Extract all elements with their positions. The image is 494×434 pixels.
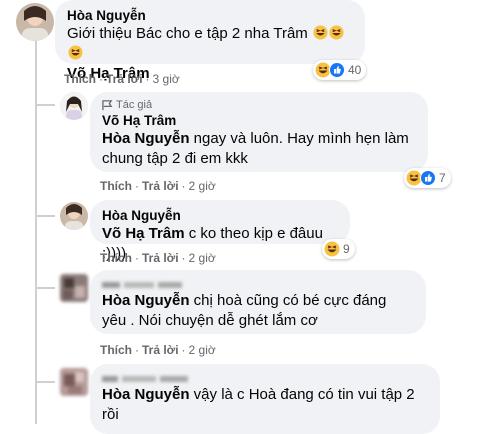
comment-actions: Thích · Trả lời · 2 giờ [100,179,216,193]
avatar[interactable] [60,368,88,396]
mention-tag[interactable]: Hòa Nguyễn [102,130,190,147]
mention-tag[interactable]: Hòa Nguyễn [102,386,190,403]
like-link[interactable]: Thích [100,179,132,193]
comment-author-redacted[interactable] [102,371,428,385]
comment-text: Hòa Nguyễn chị hoà cũng có bé cực đáng y… [102,291,414,331]
author-badge-label: Tác giả [116,99,153,111]
comment-text: Hòa Nguyễn vậy là c Hoà đang có tin vui … [102,385,428,425]
thread-line [35,40,37,424]
avatar[interactable] [60,202,88,230]
reply-link[interactable]: Trả lời [142,343,179,357]
thread-connector [35,104,55,106]
reply-link[interactable]: Trả lời [142,251,179,265]
comment-author[interactable]: Võ Hạ Trâm [102,112,416,129]
comment-author-redacted[interactable] [102,277,414,291]
author-badge: Tác giả [102,98,416,112]
comment-author[interactable]: Hòa Nguyễn [102,207,338,224]
avatar[interactable] [16,3,54,41]
comment-bubble: Tác giả Võ Hạ Trâm Hòa Nguyễn ngay và lu… [90,92,428,172]
comment-actions: Thích · Trả lời · 3 giờ [64,72,180,86]
like-icon [329,62,345,78]
comment-bubble: Hòa Nguyễn chị hoà cũng có bé cực đáng y… [90,270,426,334]
avatar[interactable] [60,274,88,302]
timestamp[interactable]: 3 giờ [153,72,180,86]
timestamp[interactable]: 2 giờ [189,179,216,193]
reaction-summary[interactable]: 9 [322,239,355,259]
author-badge-icon [102,99,113,110]
timestamp[interactable]: 2 giờ [189,251,216,265]
reaction-count: 7 [439,171,446,185]
reaction-count: 40 [348,63,362,77]
comment-text: Giới thiệu Bác cho e tập 2 nha Trâm [67,24,353,64]
mention-tag[interactable]: Hòa Nguyễn [102,292,190,309]
haha-icon [324,241,340,257]
like-link[interactable]: Thích [64,72,96,86]
comment-bubble: Hòa Nguyễn Giới thiệu Bác cho e tập 2 nh… [55,0,365,82]
thread-connector [35,215,55,217]
thread-connector [35,287,55,289]
reply-link[interactable]: Trả lời [142,179,179,193]
reaction-count: 9 [343,242,350,256]
reply-link[interactable]: Trả lời [106,72,143,86]
like-link[interactable]: Thích [100,251,132,265]
comment-text: Hòa Nguyễn ngay và luôn. Hay mình hẹn là… [102,129,416,169]
reaction-summary[interactable]: 7 [404,168,451,188]
thread-connector [35,381,55,383]
timestamp[interactable]: 2 giờ [189,343,216,357]
mention-tag[interactable]: Võ Hạ Trâm [102,225,185,242]
avatar[interactable] [60,92,88,120]
comment-bubble: Hòa Nguyễn Võ Hạ Trâm c ko theo kịp e đâ… [90,200,350,262]
comment-author[interactable]: Hòa Nguyễn [67,7,353,24]
comment-text-body: Giới thiệu Bác cho e tập 2 nha Trâm [67,25,308,42]
like-link[interactable]: Thích [100,343,132,357]
reaction-summary[interactable]: 40 [313,60,367,80]
like-icon [420,170,436,186]
comment-actions: Thích · Trả lời · 2 giờ [100,343,216,357]
comment-actions: Thích · Trả lời · 2 giờ [100,251,216,265]
